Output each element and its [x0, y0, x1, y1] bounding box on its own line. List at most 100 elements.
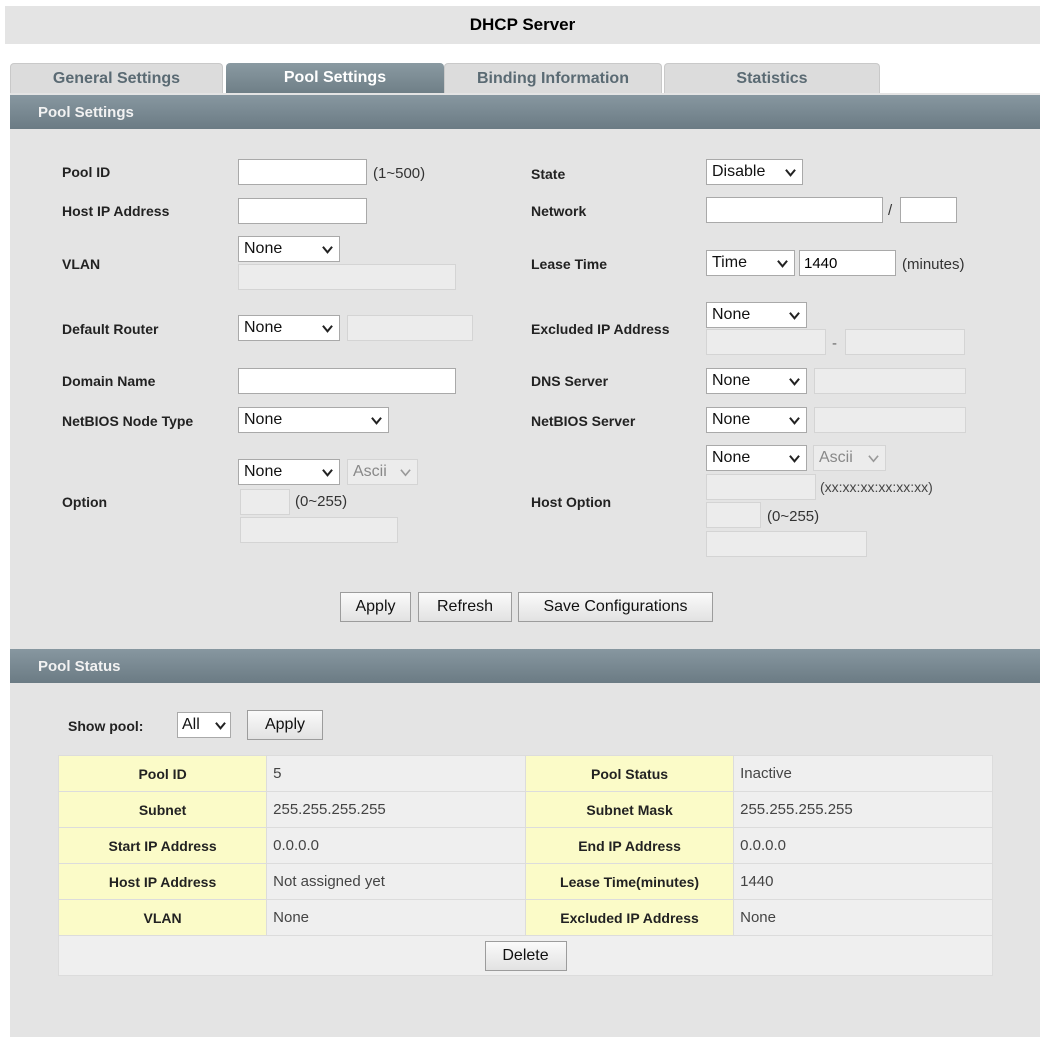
vlan-select[interactable]: None: [238, 236, 340, 262]
netbios-node-type-label: NetBIOS Node Type: [62, 413, 194, 429]
table-row: VLAN None Excluded IP Address None: [57, 899, 993, 936]
refresh-button[interactable]: Refresh: [418, 592, 512, 622]
excluded-ip-value: None: [733, 899, 993, 936]
option-value-input[interactable]: [240, 517, 398, 543]
option-encoding-select[interactable]: Ascii: [347, 459, 418, 485]
chevron-down-icon: [322, 324, 333, 333]
domain-name-input[interactable]: [238, 368, 456, 394]
start-ip-key: Start IP Address: [57, 827, 268, 864]
vlan-input[interactable]: [238, 264, 456, 290]
netbios-server-label: NetBIOS Server: [531, 413, 636, 429]
chevron-down-icon: [789, 377, 800, 386]
chevron-down-icon: [215, 721, 226, 730]
lease-time-label: Lease Time: [531, 256, 608, 272]
subnet-mask-value: 255.255.255.255: [733, 791, 993, 828]
save-configurations-button[interactable]: Save Configurations: [518, 592, 713, 622]
lease-time-unit: (minutes): [902, 256, 965, 273]
pool-status-value: Inactive: [733, 755, 993, 792]
netbios-node-type-select[interactable]: None: [238, 407, 389, 433]
pool-status-table: Pool ID 5 Pool Status Inactive Subnet 25…: [57, 755, 993, 976]
excluded-ip-label: Excluded IP Address: [531, 321, 670, 337]
lease-time-input[interactable]: [799, 250, 896, 276]
host-option-value-input[interactable]: [706, 531, 867, 557]
option-select-value: None: [244, 463, 283, 480]
host-option-mac-input[interactable]: [706, 474, 816, 500]
apply-button[interactable]: Apply: [340, 592, 411, 622]
state-label: State: [531, 166, 566, 182]
pool-status-key: Pool Status: [524, 755, 735, 792]
end-ip-key: End IP Address: [524, 827, 735, 864]
host-option-code-hint: (0~255): [767, 508, 820, 525]
state-select-value: Disable: [712, 163, 766, 180]
show-pool-select-value: All: [182, 716, 200, 733]
chevron-down-icon: [789, 416, 800, 425]
pool-id-value: 5: [266, 755, 526, 792]
chevron-down-icon: [371, 416, 382, 425]
excluded-ip-select-value: None: [712, 306, 751, 323]
tab-binding-information[interactable]: Binding Information: [444, 63, 662, 93]
excluded-ip-separator: -: [832, 335, 837, 352]
host-ip-key: Host IP Address: [57, 863, 268, 900]
chevron-down-icon: [868, 454, 879, 463]
subnet-mask-key: Subnet Mask: [524, 791, 735, 828]
chevron-down-icon: [322, 245, 333, 254]
tab-pool-settings[interactable]: Pool Settings: [226, 63, 444, 93]
page-title: DHCP Server: [5, 6, 1040, 44]
pool-id-input[interactable]: [238, 159, 367, 185]
host-option-code-input[interactable]: [706, 502, 761, 528]
pool-id-label: Pool ID: [62, 164, 111, 180]
chevron-down-icon: [322, 468, 333, 477]
pool-status-heading: Pool Status: [10, 649, 1040, 683]
default-router-select-value: None: [244, 319, 283, 336]
excluded-ip-start-input[interactable]: [706, 329, 826, 355]
end-ip-value: 0.0.0.0: [733, 827, 993, 864]
delete-button[interactable]: Delete: [484, 940, 567, 971]
vlan-select-value: None: [244, 240, 283, 257]
network-label: Network: [531, 203, 587, 219]
vlan-value: None: [266, 899, 526, 936]
chevron-down-icon: [400, 468, 411, 477]
tab-general-settings[interactable]: General Settings: [10, 63, 223, 93]
default-router-label: Default Router: [62, 321, 159, 337]
option-select[interactable]: None: [238, 459, 340, 485]
network-separator: /: [888, 202, 893, 219]
excluded-ip-select[interactable]: None: [706, 302, 807, 328]
host-option-encoding-value: Ascii: [819, 449, 853, 466]
dns-server-select-value: None: [712, 372, 751, 389]
vlan-label: VLAN: [62, 256, 101, 272]
chevron-down-icon: [777, 259, 788, 268]
default-router-input[interactable]: [347, 315, 473, 341]
option-code-input[interactable]: [240, 489, 290, 515]
vlan-key: VLAN: [57, 899, 268, 936]
option-code-hint: (0~255): [295, 493, 348, 510]
netbios-server-input[interactable]: [814, 407, 966, 433]
dns-server-input[interactable]: [814, 368, 966, 394]
network-input[interactable]: [706, 197, 883, 223]
host-option-select[interactable]: None: [706, 445, 807, 471]
host-ip-input[interactable]: [238, 198, 367, 224]
table-row: Start IP Address 0.0.0.0 End IP Address …: [57, 827, 993, 864]
pool-id-key: Pool ID: [57, 755, 268, 792]
show-pool-select[interactable]: All: [177, 712, 231, 738]
option-label: Option: [62, 494, 108, 510]
excluded-ip-key: Excluded IP Address: [524, 899, 735, 936]
start-ip-value: 0.0.0.0: [266, 827, 526, 864]
default-router-select[interactable]: None: [238, 315, 340, 341]
network-prefix-input[interactable]: [900, 197, 957, 223]
excluded-ip-end-input[interactable]: [845, 329, 965, 355]
show-pool-apply-button[interactable]: Apply: [247, 710, 323, 740]
netbios-server-select[interactable]: None: [706, 407, 807, 433]
table-row: Subnet 255.255.255.255 Subnet Mask 255.2…: [57, 791, 993, 828]
lease-time-select-value: Time: [712, 254, 747, 271]
lease-time-value: 1440: [733, 863, 993, 900]
host-option-select-value: None: [712, 449, 751, 466]
tab-statistics[interactable]: Statistics: [664, 63, 880, 93]
netbios-server-select-value: None: [712, 411, 751, 428]
state-select[interactable]: Disable: [706, 159, 803, 185]
table-actions: Delete: [58, 935, 993, 976]
host-option-encoding-select[interactable]: Ascii: [813, 445, 886, 471]
dns-server-select[interactable]: None: [706, 368, 807, 394]
table-row: Delete: [58, 935, 993, 976]
lease-time-select[interactable]: Time: [706, 250, 795, 276]
pool-id-hint: (1~500): [373, 165, 426, 182]
